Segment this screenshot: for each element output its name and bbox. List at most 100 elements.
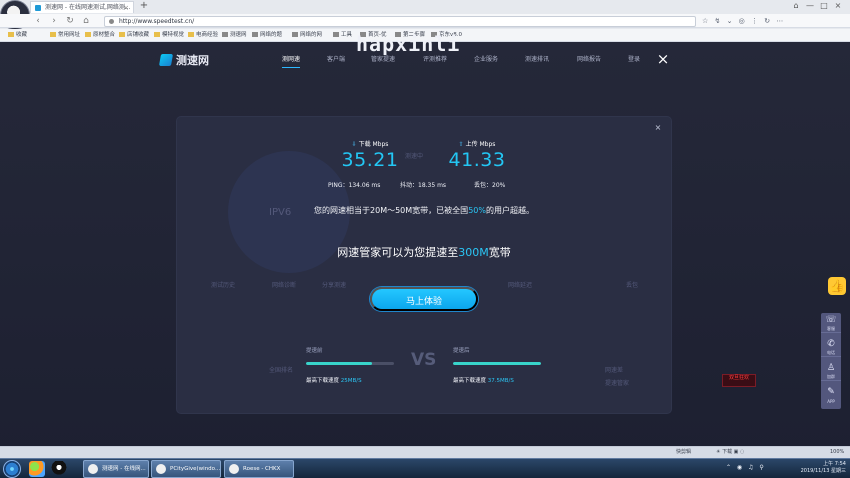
summary-percent: 50%: [468, 206, 486, 215]
bookmark-item[interactable]: 网络的题: [252, 30, 282, 40]
upload-value: 41.33: [448, 149, 506, 171]
nav-rankings[interactable]: 测速排讯: [525, 55, 549, 65]
speed-logo-icon: [158, 54, 174, 66]
speedup-promo: 网速管家可以为您提速至300M宽带: [337, 246, 511, 259]
side-app-button[interactable]: ✎ APP: [821, 385, 841, 405]
download-value: 35.21: [341, 149, 399, 171]
after-max-download: 最高下载速度 37.5MB/S: [453, 378, 514, 384]
floating-side-rail: ☏ 客服 ✆ 电话 ♙ 加群 ✎ APP: [821, 313, 841, 409]
start-button-icon[interactable]: [3, 460, 21, 478]
after-progress-fill: [453, 362, 541, 365]
promo-highlight: 300M: [458, 246, 489, 259]
promo-stamp[interactable]: 双旦狂欢: [722, 374, 756, 387]
nav-speed-manager[interactable]: 管家提速: [371, 55, 395, 65]
quick-cut-status[interactable]: 快剪辑: [676, 447, 691, 458]
navigation-toolbar: ‹ › ↻ ⌂ http://www.speedtest.cn/ ☆ ↯ ⌄ ◎…: [0, 14, 850, 28]
thumbs-up-widget-icon[interactable]: 👍: [828, 277, 846, 295]
site-logo[interactable]: 测速网: [158, 52, 209, 68]
home-window-icon[interactable]: ⌂: [790, 1, 802, 11]
refresh-icon[interactable]: ↻: [64, 15, 76, 27]
nav-reviews[interactable]: 评测推荐: [423, 55, 447, 65]
address-bar[interactable]: http://www.speedtest.cn/: [104, 16, 696, 27]
bookmark-item[interactable]: 模特视觉: [154, 30, 184, 40]
new-tab-button[interactable]: +: [138, 0, 150, 12]
system-tray: ⌃ ◉ ♫ ⚲ 上午 7:54 2019/11/13 星期三: [726, 460, 846, 478]
taskbar-pc-window[interactable]: PCityGive(windo...: [151, 460, 221, 478]
taskbar-music-window[interactable]: Roese - CHKX: [224, 460, 294, 478]
nav-login[interactable]: 登录: [628, 55, 640, 65]
bookmark-item[interactable]: 收藏: [8, 30, 27, 40]
phone-icon: ✆: [827, 339, 835, 349]
ping-value: PING：134.06 ms: [328, 182, 381, 189]
faded-diagnose-link: 网络诊断: [272, 282, 297, 289]
browser-tab[interactable]: 测速网 - 在线网速测试,网络测... ×: [30, 1, 134, 13]
faded-ranking-label: 全国排名: [269, 367, 294, 374]
status-icons[interactable]: ☀ 下载 ▣ ◌: [716, 447, 744, 458]
experience-now-button[interactable]: 马上体验: [370, 287, 478, 311]
vs-label: VS: [411, 350, 437, 370]
site-logo-text: 测速网: [176, 54, 209, 67]
taskbar-browser-window[interactable]: 测速网 - 在线网...: [83, 460, 149, 478]
tab-close-icon[interactable]: ×: [123, 2, 129, 13]
upload-arrow-icon: ⇧: [458, 141, 464, 148]
speed-result-card: IPV6 测速中 测试历史 网络诊断 分享测速 网络延迟 丢包 全国排名 网速差…: [177, 117, 671, 413]
download-metric: ⇩ 下载 Mbps 35.21: [328, 141, 412, 171]
nav-business[interactable]: 企业服务: [474, 55, 498, 65]
faded-share-link: 分享测速: [322, 282, 347, 289]
nav-report[interactable]: 网络报告: [577, 55, 601, 65]
before-speedup-label: 提速前: [306, 348, 323, 354]
download-label: ⇩ 下载 Mbps: [351, 141, 389, 148]
after-speedup-label: 提速后: [453, 348, 470, 354]
tab-title: 测速网 - 在线网速测试,网络测...: [45, 4, 131, 11]
faded-slow-label: 网速差: [605, 367, 624, 374]
service-icon: ☏: [825, 315, 837, 325]
before-progress-track: [306, 362, 394, 365]
speedtest-page: hapxinli 测速网 测网速 客户端 管家提速 评测推荐 企业服务 测速排讯…: [0, 32, 850, 458]
before-max-download: 最高下载速度 25MB/S: [306, 378, 362, 384]
window-close-button[interactable]: ×: [832, 1, 844, 11]
bookmark-item[interactable]: 网络的网: [292, 30, 322, 40]
download-arrow-icon: ⇩: [351, 141, 357, 148]
upload-label: ⇧ 上传 Mbps: [458, 141, 496, 148]
nav-speedtest[interactable]: 测网速: [282, 55, 301, 68]
home-icon[interactable]: ⌂: [80, 15, 92, 27]
bookmark-item[interactable]: 原材整合: [85, 30, 115, 40]
maximize-button[interactable]: □: [818, 1, 830, 11]
faded-history-link: 测试历史: [211, 282, 236, 289]
forward-icon[interactable]: ›: [48, 15, 60, 27]
tray-time[interactable]: 上午 7:54: [790, 461, 846, 468]
bookmark-item[interactable]: 店铺收藏: [119, 30, 149, 40]
faded-latency-label: 网络延迟: [508, 282, 533, 289]
windows-taskbar: 测速网 - 在线网... PCityGive(windo... Roese - …: [0, 458, 850, 478]
watermark-text: hapxinli: [356, 32, 461, 56]
back-icon[interactable]: ‹: [32, 15, 44, 27]
packet-loss-value: 丢包：20%: [474, 182, 506, 189]
bookmark-item[interactable]: 工具: [333, 30, 352, 40]
tray-date[interactable]: 2019/11/13 星期三: [784, 468, 846, 475]
card-close-icon[interactable]: ×: [653, 123, 663, 133]
side-service-button[interactable]: ☏ 客服: [821, 313, 841, 333]
browser-toolbar-icons[interactable]: ☆ ↯ ⌄ ◎ ⋮ ↻ ⋯: [702, 16, 847, 26]
app-icon: ✎: [827, 387, 835, 397]
faded-loss-label: 丢包: [626, 282, 639, 289]
pinned-app-icon[interactable]: [29, 461, 45, 477]
qq-icon[interactable]: [51, 461, 67, 477]
after-progress-track: [453, 362, 541, 365]
minimize-button[interactable]: —: [804, 1, 816, 11]
upload-metric: ⇧ 上传 Mbps 41.33: [435, 141, 519, 171]
speed-summary: 您的网速相当于20M～50M宽带，已被全国50%的用户超越。: [314, 206, 534, 215]
tray-icons[interactable]: ⌃ ◉ ♫ ⚲: [726, 464, 766, 471]
bookmark-item[interactable]: 常用网址: [50, 30, 80, 40]
browser-status-bar: 快剪辑 ☀ 下载 ▣ ◌ 100%: [0, 446, 850, 458]
group-icon: ♙: [826, 363, 836, 373]
faded-manager-label: 提速管家: [605, 380, 630, 387]
zoom-level[interactable]: 100%: [830, 447, 844, 458]
jitter-value: 抖动：18.35 ms: [400, 182, 447, 189]
side-phone-button[interactable]: ✆ 电话: [821, 337, 841, 357]
bookmark-item[interactable]: 测速网: [222, 30, 247, 40]
before-progress-fill: [306, 362, 372, 365]
site-close-icon[interactable]: ×: [656, 52, 670, 67]
bookmark-item[interactable]: 电商经验: [188, 30, 218, 40]
side-group-button[interactable]: ♙ 加群: [821, 361, 841, 381]
nav-client[interactable]: 客户端: [327, 55, 345, 65]
